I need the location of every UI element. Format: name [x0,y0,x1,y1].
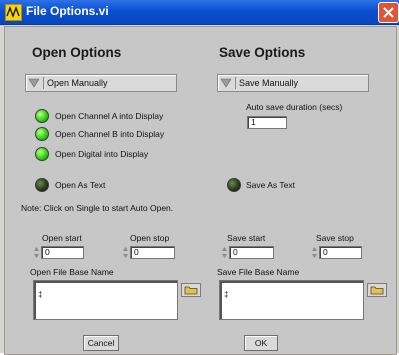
save-as-text-label: Save As Text [246,180,295,190]
folder-browse-icon [184,286,198,295]
open-channel-b-label: Open Channel B into Display [55,129,165,139]
open-digital-label: Open Digital into Display [55,149,149,159]
save-file-base-label: Save File Base Name [217,267,300,277]
save-stop-spinner[interactable] [311,246,318,259]
open-stop-field[interactable]: 0 [130,246,175,259]
open-start-field[interactable]: 0 [41,246,84,259]
save-as-text-led[interactable] [227,178,241,192]
auto-save-duration-label: Auto save duration (secs) [246,102,343,112]
save-mode-ring[interactable]: Save Manually [217,74,369,92]
open-browse-button[interactable] [181,283,201,297]
open-stop-label: Open stop [130,233,170,243]
open-start-spinner[interactable] [33,246,40,259]
path-icon: ‡ [224,290,229,299]
open-mode-ring[interactable]: Open Manually [25,74,177,92]
close-icon [383,7,394,18]
front-panel: Open Options Open Manually Open Channel … [4,26,397,355]
open-as-text-led[interactable] [35,178,49,192]
save-stop-label: Save stop [316,233,354,243]
ring-arrow-icon [28,78,40,88]
save-file-base-field[interactable]: ‡ [219,280,364,320]
window-title: File Options.vi [26,4,109,18]
open-options-heading: Open Options [32,45,122,60]
close-button[interactable] [378,2,399,23]
open-channel-b-led[interactable] [35,127,49,141]
file-options-window: File Options.vi Open Options Open Manual… [0,0,399,355]
save-start-label: Save start [227,233,266,243]
open-start-label: Open start [42,233,82,243]
open-stop-spinner[interactable] [122,246,129,259]
auto-open-note: Note: Click on Single to start Auto Open… [21,203,174,213]
open-file-base-field[interactable]: ‡ [33,280,178,320]
open-channel-a-led[interactable] [35,109,49,123]
labview-icon [5,4,22,21]
save-start-spinner[interactable] [221,246,228,259]
path-icon: ‡ [38,290,43,299]
save-start-field[interactable]: 0 [229,246,274,259]
open-channel-a-label: Open Channel A into Display [55,111,164,121]
title-bar[interactable]: File Options.vi [0,0,399,25]
open-digital-led[interactable] [35,147,49,161]
save-stop-field[interactable]: 0 [319,246,362,259]
ok-button[interactable]: OK [244,335,278,351]
save-browse-button[interactable] [367,283,387,297]
ring-arrow-icon [220,78,232,88]
open-file-base-label: Open File Base Name [30,267,114,277]
open-mode-value: Open Manually [43,77,108,89]
folder-browse-icon [370,286,384,295]
save-options-heading: Save Options [219,45,306,60]
cancel-button[interactable]: Cancel [83,335,119,351]
open-as-text-label: Open As Text [55,180,106,190]
save-mode-value: Save Manually [235,77,298,89]
auto-save-duration-field[interactable]: 1 [247,116,287,129]
